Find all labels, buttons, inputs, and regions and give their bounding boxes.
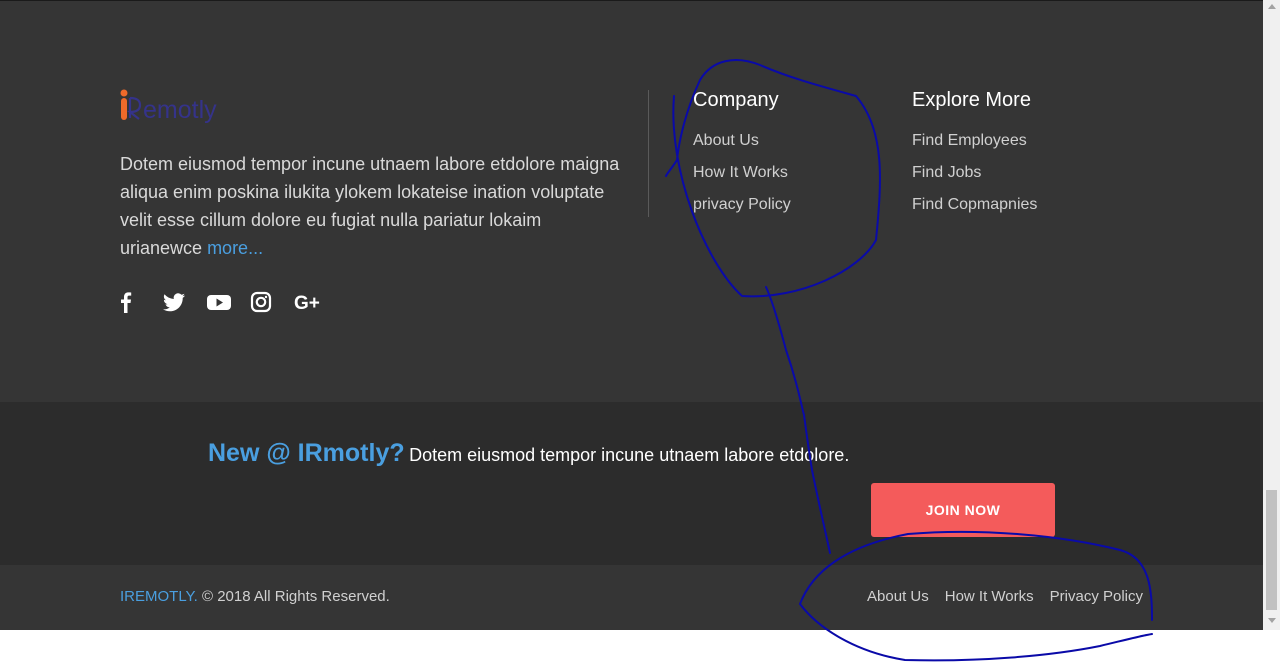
facebook-icon[interactable] [118,290,140,314]
logo[interactable]: emotly [118,88,248,128]
bottom-link-about-us[interactable]: About Us [867,588,929,605]
bottom-links: About Us How It Works Privacy Policy [867,588,1143,605]
bottom-bar: IREMOTLY. © 2018 All Rights Reserved. Ab… [0,565,1263,630]
link-find-jobs[interactable]: Find Jobs [912,163,1037,183]
copyright-text: © 2018 All Rights Reserved. [201,588,390,605]
newsletter-heading: New @ IRmotly? [208,439,405,467]
explore-column: Explore More Find Employees Find Jobs Fi… [912,88,1037,227]
google-plus-icon[interactable]: G+ [294,290,320,314]
copyright: IREMOTLY. © 2018 All Rights Reserved. [120,588,390,605]
instagram-icon[interactable] [250,290,272,314]
newsletter-section: New @ IRmotly? Dotem eiusmod tempor incu… [0,402,1263,565]
footer-main: emotly Dotem eiusmod tempor incune utnae… [0,0,1263,402]
link-privacy-policy[interactable]: privacy Policy [693,195,791,215]
bottom-link-how-it-works[interactable]: How It Works [945,588,1034,605]
twitter-icon[interactable] [162,290,185,314]
youtube-icon[interactable] [206,290,231,314]
newsletter-subtext: Dotem eiusmod tempor incune utnaem labor… [409,445,850,465]
company-column: Company About Us How It Works privacy Po… [693,88,791,227]
link-how-it-works[interactable]: How It Works [693,163,791,183]
column-divider [648,90,649,217]
explore-title: Explore More [912,89,1031,111]
newsletter-text: New @ IRmotly? Dotem eiusmod tempor incu… [208,439,849,468]
link-find-companies[interactable]: Find Copmapnies [912,195,1037,215]
scroll-up-arrow-icon[interactable] [1268,4,1276,9]
link-find-employees[interactable]: Find Employees [912,131,1037,151]
scrollbar-thumb[interactable] [1266,490,1277,610]
company-links: About Us How It Works privacy Policy [693,131,791,215]
social-links: G+ [118,290,338,314]
company-title: Company [693,89,779,111]
explore-links: Find Employees Find Jobs Find Copmapnies [912,131,1037,215]
scroll-down-arrow-icon[interactable] [1268,618,1276,623]
about-description: Dotem eiusmod tempor incune utnaem labor… [120,154,620,258]
join-now-button[interactable]: JOIN NOW [871,483,1055,537]
about-text: Dotem eiusmod tempor incune utnaem labor… [120,150,620,262]
divider [0,0,1263,1]
svg-text:emotly: emotly [143,96,217,124]
page: emotly Dotem eiusmod tempor incune utnae… [0,0,1263,630]
vertical-scrollbar[interactable] [1263,0,1280,630]
brand-link[interactable]: IREMOTLY. [120,588,198,605]
link-about-us[interactable]: About Us [693,131,791,151]
more-link[interactable]: more... [207,238,263,258]
svg-text:G+: G+ [294,293,320,314]
bottom-link-privacy-policy[interactable]: Privacy Policy [1050,588,1143,605]
